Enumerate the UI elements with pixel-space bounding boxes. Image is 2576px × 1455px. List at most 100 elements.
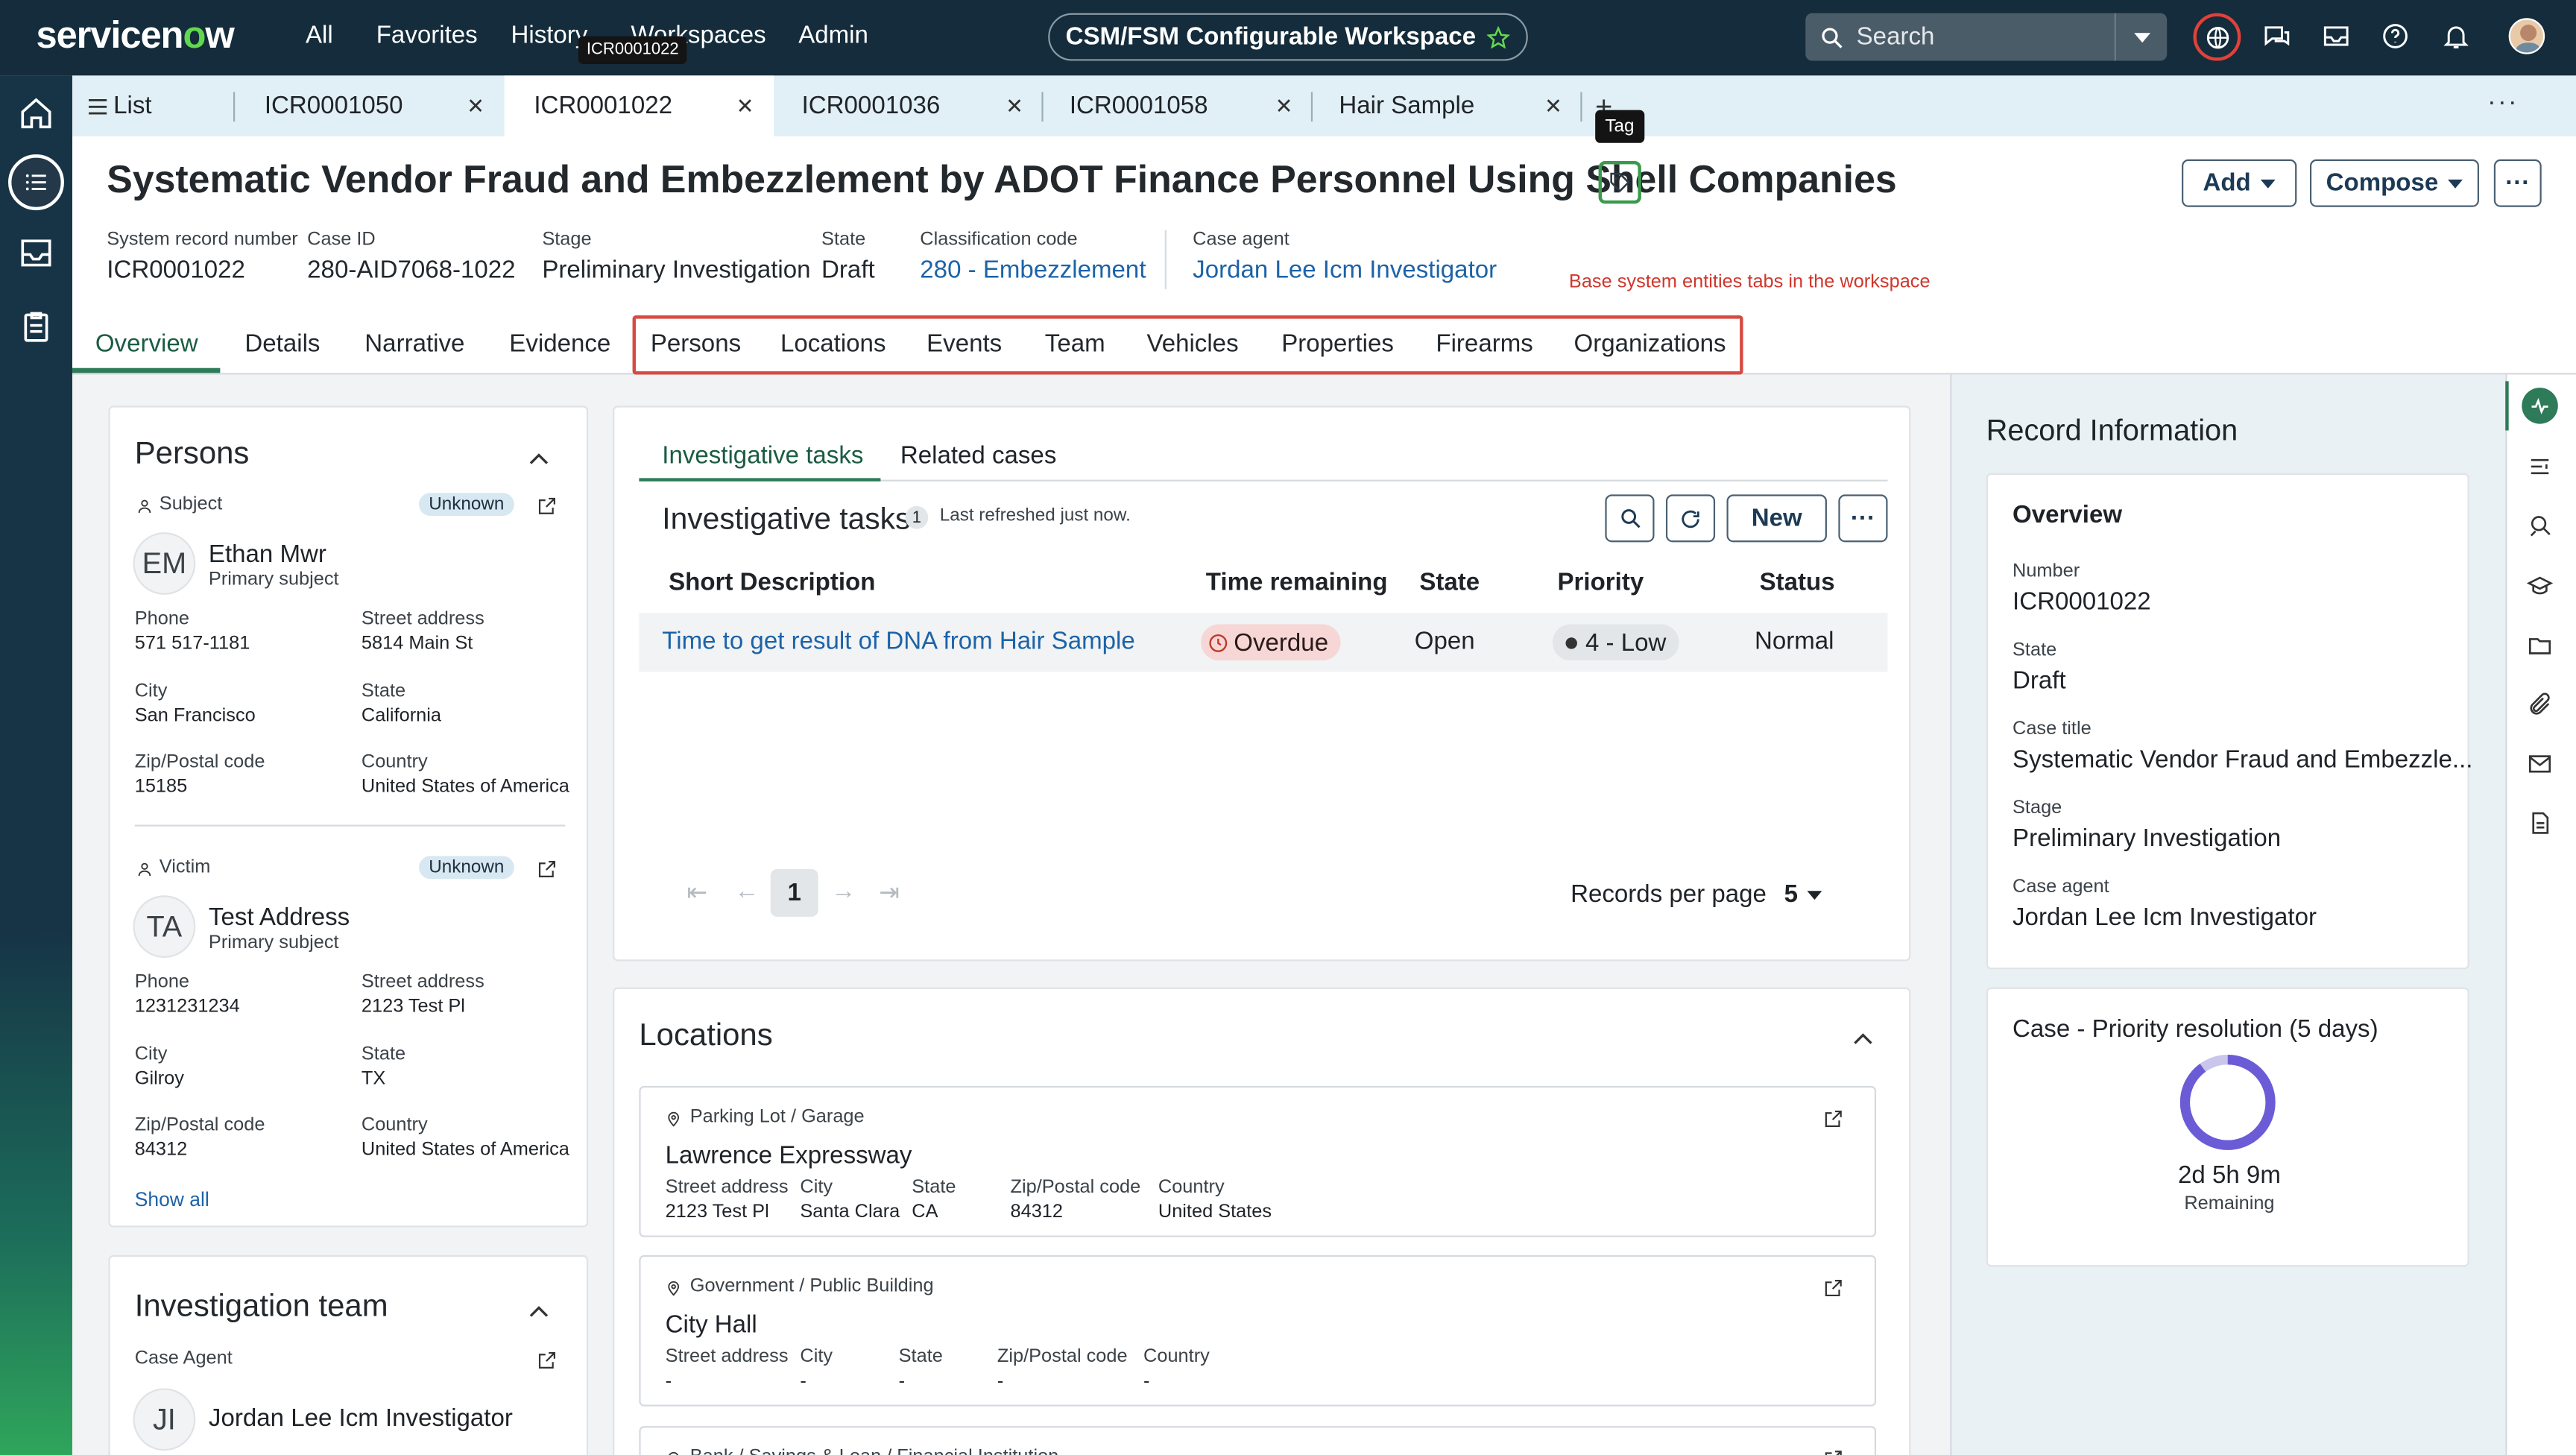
add-button-label: Add bbox=[2203, 169, 2251, 198]
tab-narrative[interactable]: Narrative bbox=[364, 330, 464, 358]
email-icon[interactable] bbox=[2527, 751, 2553, 777]
location-item[interactable]: Parking Lot / Garage Lawrence Expressway… bbox=[639, 1085, 1877, 1237]
compose-button[interactable]: Compose bbox=[2309, 159, 2479, 207]
show-all-link[interactable]: Show all bbox=[135, 1188, 209, 1211]
open-external-icon[interactable] bbox=[537, 859, 557, 879]
task-description-link[interactable]: Time to get result of DNA from Hair Samp… bbox=[662, 628, 1135, 655]
graduation-cap-icon[interactable] bbox=[2526, 573, 2554, 599]
field-label: City bbox=[800, 1178, 833, 1198]
sla-title: Case - Priority resolution (5 days) bbox=[2012, 1015, 2378, 1044]
help-icon[interactable] bbox=[2381, 22, 2411, 51]
global-search[interactable]: Search bbox=[1805, 13, 2168, 61]
chat-icon[interactable] bbox=[2262, 22, 2292, 51]
record-information-panel: Record Information Overview Number ICR00… bbox=[1950, 374, 2506, 1455]
close-icon[interactable]: ✕ bbox=[1006, 94, 1023, 120]
chevron-up-icon[interactable] bbox=[528, 447, 551, 470]
activity-button[interactable] bbox=[2522, 388, 2558, 424]
chevron-up-icon[interactable] bbox=[1852, 1027, 1875, 1050]
compose-button-label: Compose bbox=[2326, 169, 2439, 198]
user-avatar[interactable] bbox=[2508, 18, 2545, 54]
first-page-icon[interactable]: ⇤ bbox=[686, 877, 707, 906]
servicenow-logo[interactable]: servicenow bbox=[36, 13, 234, 58]
subtab-investigative-tasks[interactable]: Investigative tasks bbox=[662, 442, 863, 470]
column-header[interactable]: State bbox=[1419, 569, 1480, 596]
person-name[interactable]: Ethan Mwr bbox=[209, 540, 326, 568]
workspace-selector[interactable]: CSM/FSM Configurable Workspace bbox=[1048, 13, 1528, 61]
nav-all[interactable]: All bbox=[306, 22, 333, 49]
person-name[interactable]: Test Address bbox=[209, 903, 350, 931]
page-number[interactable]: 1 bbox=[770, 868, 818, 917]
list-nav-button[interactable] bbox=[8, 154, 64, 211]
open-external-icon[interactable] bbox=[537, 496, 557, 516]
last-page-icon[interactable]: ⇥ bbox=[879, 877, 900, 906]
attachment-icon[interactable] bbox=[2527, 692, 2553, 718]
field-label: State bbox=[898, 1347, 943, 1367]
tab-hair-sample[interactable]: Hair Sample ✕ bbox=[1313, 75, 1582, 136]
team-member-name[interactable]: Jordan Lee Icm Investigator bbox=[209, 1405, 513, 1433]
field-label: State bbox=[821, 230, 866, 250]
inbox-icon[interactable] bbox=[2321, 22, 2351, 51]
tab-details[interactable]: Details bbox=[244, 330, 320, 358]
search-scope-dropdown[interactable] bbox=[2114, 13, 2168, 61]
active-tab-indicator bbox=[72, 367, 221, 373]
next-page-icon[interactable]: → bbox=[831, 877, 856, 905]
tab-icr0001022[interactable]: ICR0001022 ✕ bbox=[504, 75, 774, 136]
close-icon[interactable]: ✕ bbox=[736, 94, 754, 120]
tab-icr0001058[interactable]: ICR0001058 ✕ bbox=[1044, 75, 1313, 136]
location-item[interactable]: Government / Public Building City Hall S… bbox=[639, 1254, 1877, 1407]
folder-icon[interactable] bbox=[2527, 633, 2553, 659]
tag-tooltip: Tag bbox=[1595, 110, 1644, 143]
open-external-icon[interactable] bbox=[537, 1351, 557, 1370]
chevron-up-icon[interactable] bbox=[528, 1299, 551, 1322]
column-header[interactable]: Short Description bbox=[669, 569, 875, 596]
case-agent-link[interactable]: Jordan Lee Icm Investigator bbox=[1193, 256, 1497, 284]
subtab-related-cases[interactable]: Related cases bbox=[900, 442, 1057, 470]
city-value: Gilroy bbox=[134, 1069, 184, 1090]
classification-code-link[interactable]: 280 - Embezzlement bbox=[920, 256, 1146, 284]
avatar: EM bbox=[133, 532, 196, 595]
tab-overview[interactable]: Overview bbox=[95, 330, 198, 358]
details-list-icon[interactable] bbox=[2527, 453, 2553, 479]
add-button[interactable]: Add bbox=[2182, 159, 2297, 207]
more-options-button[interactable]: ··· bbox=[1838, 494, 1888, 543]
status-badge: Unknown bbox=[419, 856, 514, 880]
close-icon[interactable]: ✕ bbox=[1275, 94, 1293, 120]
open-external-icon[interactable] bbox=[1824, 1278, 1843, 1298]
column-header[interactable]: Priority bbox=[1557, 569, 1644, 596]
nav-favorites[interactable]: Favorites bbox=[376, 22, 478, 49]
tab-icr0001050[interactable]: ICR0001050 ✕ bbox=[235, 75, 504, 136]
column-header[interactable]: Status bbox=[1760, 569, 1835, 596]
nav-admin[interactable]: Admin bbox=[798, 22, 868, 49]
search-input[interactable]: Search bbox=[1857, 23, 1935, 51]
refresh-button[interactable] bbox=[1665, 494, 1716, 543]
open-external-icon[interactable] bbox=[1824, 1109, 1843, 1129]
tab-evidence[interactable]: Evidence bbox=[509, 330, 610, 358]
tab-list[interactable]: List bbox=[89, 75, 236, 136]
field-label: Phone bbox=[134, 972, 190, 993]
search-tasks-button[interactable] bbox=[1605, 494, 1655, 543]
search-knowledge-icon[interactable] bbox=[2527, 513, 2553, 539]
clipboard-icon[interactable] bbox=[18, 309, 54, 344]
new-task-button[interactable]: New bbox=[1726, 494, 1827, 543]
tray-icon[interactable] bbox=[18, 235, 54, 271]
column-header[interactable]: Time remaining bbox=[1206, 569, 1388, 596]
home-icon[interactable] bbox=[18, 95, 54, 131]
tag-button[interactable] bbox=[1598, 161, 1641, 204]
more-actions-button[interactable]: ··· bbox=[2493, 159, 2542, 207]
prev-page-icon[interactable]: ← bbox=[734, 877, 759, 905]
field-label: Street address bbox=[361, 972, 484, 993]
document-icon[interactable] bbox=[2527, 810, 2553, 836]
field-label: Street address bbox=[361, 609, 484, 630]
caret-down-icon bbox=[1808, 890, 1823, 900]
open-external-icon[interactable] bbox=[1824, 1449, 1843, 1455]
language-button[interactable] bbox=[2193, 13, 2241, 61]
more-tabs-icon[interactable]: ··· bbox=[2487, 89, 2519, 119]
notifications-bell-icon[interactable] bbox=[2441, 22, 2471, 51]
tab-icr0001036[interactable]: ICR0001036 ✕ bbox=[774, 75, 1043, 136]
star-icon[interactable] bbox=[1487, 25, 1511, 48]
location-item[interactable]: Bank / Savings & Loan / Financial Instit… bbox=[639, 1426, 1877, 1455]
close-icon[interactable]: ✕ bbox=[467, 94, 484, 120]
nav-history[interactable]: History bbox=[511, 22, 587, 49]
close-icon[interactable]: ✕ bbox=[1544, 94, 1562, 120]
records-per-page-select[interactable]: 5 bbox=[1784, 880, 1823, 909]
